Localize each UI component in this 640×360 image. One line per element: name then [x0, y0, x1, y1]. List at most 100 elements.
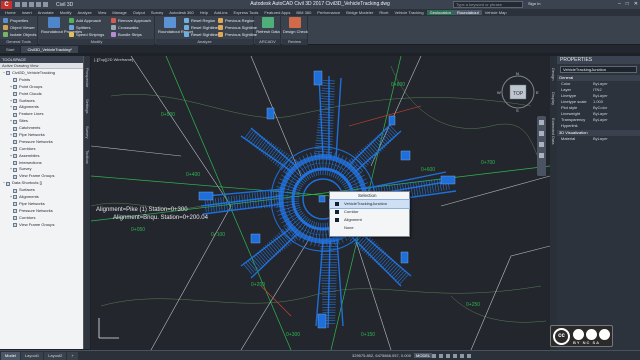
tree-item[interactable]: Points [0, 77, 83, 84]
design-check-button[interactable]: Design Check [283, 17, 308, 34]
lineweight-icon[interactable] [467, 354, 471, 358]
previous-region-button[interactable]: Previous Region [218, 18, 254, 23]
tab-design[interactable]: Design [551, 68, 556, 80]
snap-icon[interactable] [439, 354, 443, 358]
tree-item[interactable]: Pipe Networks [0, 201, 83, 208]
object-viewer-button[interactable]: Object Viewer [3, 25, 35, 30]
ribbon-tab-output[interactable]: Output [130, 10, 148, 15]
ribbon-tab-roundabout[interactable]: Roundabout [453, 10, 482, 15]
ribbon-tab-manage[interactable]: Manage [109, 10, 129, 15]
tree-item[interactable]: + Point Groups [0, 84, 83, 91]
property-value[interactable]: ByLayer [593, 136, 640, 142]
drawing-canvas[interactable]: 0+100 0+200 0+300 0+400 0+500 0+600 0+700 0+800… [91, 56, 550, 350]
tree-item[interactable]: Corridors [0, 215, 83, 222]
ribbon-tab-view[interactable]: View [95, 10, 110, 15]
redo-icon[interactable] [43, 2, 48, 7]
tree-item[interactable]: − Civil3D_VehicleTracking [0, 70, 83, 77]
ribbon-tab-insert[interactable]: Insert [19, 10, 35, 15]
ribbon-tab-modify[interactable]: Modify [57, 10, 75, 15]
tree-item[interactable]: View Frame Groups [0, 173, 83, 180]
ribbon-tab-survey[interactable]: Survey [148, 10, 166, 15]
osnap-icon[interactable] [460, 354, 464, 358]
tree-item[interactable]: Catchments [0, 125, 83, 132]
ribbon-tab-annotate[interactable]: Annotate [35, 10, 57, 15]
reset-region-button[interactable]: Reset Region [184, 18, 215, 23]
search-input[interactable]: Type a keyword or phrase [453, 1, 523, 8]
tree-item[interactable]: Pressure Networks [0, 139, 83, 146]
tree-item[interactable]: + Assemblies [0, 153, 83, 160]
save-icon[interactable] [29, 2, 34, 7]
remove-approach-button[interactable]: Remove Approach [111, 18, 151, 23]
tab-toolbox[interactable]: Toolbox [85, 150, 90, 164]
ribbon-tab-vehicle-tracking[interactable]: Vehicle Tracking [391, 10, 426, 15]
reset-sightline-button[interactable]: Reset Sightline [184, 25, 218, 30]
ribbon-tab-featured-apps[interactable]: Featured Apps [261, 10, 293, 15]
properties-button[interactable]: Properties [3, 18, 28, 23]
speed-stripings-button[interactable]: Speed Stripings [69, 32, 104, 37]
tab-drawing[interactable]: Civil3D_VehicleTracking* [21, 46, 78, 53]
menu-item-vehicletrackingjunction[interactable]: VehicleTrackingJunction [329, 199, 410, 209]
viewcube[interactable]: TOP N S E W [497, 71, 539, 113]
ribbon-tab-bim-360[interactable]: BIM 360 [293, 10, 314, 15]
tree-item[interactable]: + Alignments [0, 194, 83, 201]
crosswalks-button[interactable]: Crosswalks [111, 25, 138, 30]
ribbon-tab-help[interactable]: Help [197, 10, 211, 15]
app-menu-button[interactable]: C [1, 0, 12, 9]
ribbon-tab-autodesk-360[interactable]: Autodesk 360 [166, 10, 196, 15]
refresh-data-button[interactable]: Refresh Data [256, 17, 280, 34]
tree-item[interactable]: + Sites [0, 118, 83, 125]
navigation-bar[interactable] [537, 116, 546, 176]
tree-item[interactable]: Feature Lines [0, 111, 83, 118]
isolate-objects-button[interactable]: Isolate Objects [3, 32, 36, 37]
add-approach-button[interactable]: Add Approach [69, 18, 101, 23]
tab-survey[interactable]: Survey [85, 126, 90, 138]
ribbon-tab-add-ins[interactable]: Add-ins [211, 10, 231, 15]
tab-display[interactable]: Display [551, 92, 556, 105]
roundabout-report-button[interactable]: Roundabout Report [158, 17, 193, 34]
tree-item[interactable]: + Corridors [0, 146, 83, 153]
tree-item[interactable]: + Surfaces [0, 98, 83, 105]
property-row[interactable]: Material ByLayer [557, 136, 640, 142]
menu-item-alignment[interactable]: Alignment [330, 216, 409, 224]
tree-item[interactable]: Pressure Networks [0, 208, 83, 215]
model-space-toggle[interactable]: MODEL [414, 353, 433, 358]
bundle-strips-button[interactable]: Bundle Strips [111, 32, 142, 37]
maximize-button[interactable]: □ [626, 1, 629, 7]
menu-item-corridor[interactable]: Corridor [330, 208, 409, 216]
tree-item[interactable]: + Pipe Networks [0, 132, 83, 139]
ribbon-tab-geolocation[interactable]: Geolocation [426, 10, 454, 15]
splitters-button[interactable]: Splitters [69, 25, 90, 30]
roundabout-properties-button[interactable]: Roundabout Properties [41, 17, 82, 34]
minimize-button[interactable]: – [618, 1, 621, 7]
close-button[interactable]: ✕ [634, 1, 638, 7]
workspace-selector[interactable]: Civil 3D [56, 2, 73, 8]
tree-item[interactable]: − Data Shortcuts [] [0, 180, 83, 187]
tab-settings[interactable]: Settings [85, 99, 90, 113]
grid-icon[interactable] [432, 354, 436, 358]
undo-icon[interactable] [36, 2, 41, 7]
tree-item[interactable]: View Frame Groups [0, 222, 83, 229]
object-type-selector[interactable]: VehicleTrackingJunction [560, 66, 637, 73]
tab-model[interactable]: Model [1, 351, 20, 360]
ribbon-tab-rivet[interactable]: Rivet [376, 10, 391, 15]
tab-layout1[interactable]: Layout1 [20, 351, 44, 360]
ribbon-tab-performance[interactable]: Performance [314, 10, 343, 15]
ortho-icon[interactable] [446, 354, 450, 358]
previous-sightline-button-2[interactable]: Previous Sightline [218, 32, 257, 37]
ribbon-tab-express-tools[interactable]: Express Tools [231, 10, 262, 15]
tab-prospector[interactable]: Prospector [85, 68, 90, 87]
menu-item-none[interactable]: None [330, 224, 409, 232]
tab-start[interactable]: Start [0, 46, 21, 53]
reset-sightline-button-2[interactable]: Reset Sightline [184, 32, 218, 37]
add-layout-button[interactable]: + [67, 351, 78, 360]
new-icon[interactable] [15, 2, 20, 7]
ribbon-tab-analyze[interactable]: Analyze [74, 10, 94, 15]
tree-item[interactable]: + Alignments [0, 104, 83, 111]
tree-item[interactable]: Intersections [0, 160, 83, 167]
property-value[interactable] [593, 123, 640, 129]
previous-sightline-button[interactable]: Previous Sightline [218, 25, 257, 30]
sign-in-button[interactable]: Sign In [528, 1, 540, 6]
tree-item[interactable]: Point Clouds [0, 91, 83, 98]
ribbon-tab-bridge-modeler[interactable]: Bridge Modeler [343, 10, 376, 15]
tree-item[interactable]: + Survey [0, 166, 83, 173]
